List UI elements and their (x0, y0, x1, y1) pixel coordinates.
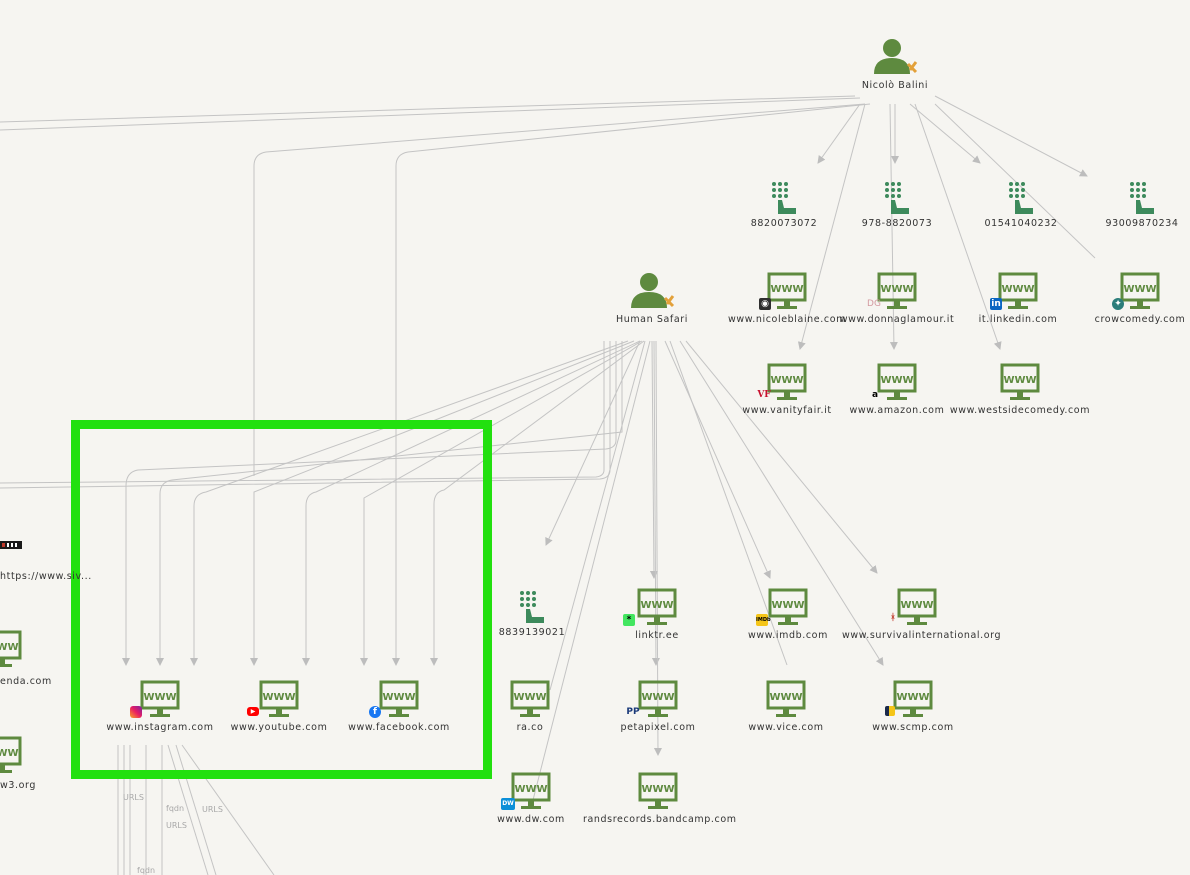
www-monitor-icon: WWW (1000, 363, 1040, 403)
donnaglamour-logo-icon: DG (867, 299, 881, 309)
website-label: www.scmp.com (872, 722, 954, 733)
website-node-partial-w3[interactable]: WWW (0, 736, 22, 776)
phone-label: 93009870234 (1105, 218, 1179, 229)
www-monitor-icon: WWW f (369, 680, 419, 720)
imdb-logo-icon: IMDb (756, 614, 771, 626)
dw-logo-icon: DW (501, 798, 515, 810)
www-monitor-icon: WWW (766, 680, 806, 720)
www-monitor-icon: WWW ✦ (1112, 272, 1160, 312)
www-monitor-icon: WWW (0, 630, 22, 667)
website-label: w3.org (0, 780, 37, 791)
svg-text:WWW: WWW (770, 284, 803, 295)
youtube-icon: ▶ (247, 707, 259, 716)
scmp-icon (885, 706, 895, 716)
website-label: www.westsidecomedy.com (949, 405, 1091, 416)
svg-text:WWW: WWW (0, 642, 19, 653)
website-node-linktree[interactable]: WWW * linktr.ee (582, 588, 732, 641)
figure-icon: ᚼ (890, 613, 896, 623)
svg-text:WWW: WWW (1123, 284, 1156, 295)
website-node-partial-enda[interactable]: WWW (0, 630, 22, 670)
www-monitor-icon: WWW (510, 680, 550, 720)
svg-text:WWW: WWW (0, 748, 19, 759)
svg-text:WWW: WWW (770, 375, 803, 386)
url-node-label[interactable]: https://www.siv... (0, 571, 92, 582)
phone-node[interactable]: 93009870234 (1067, 180, 1190, 229)
linkedin-icon: in (990, 298, 1002, 310)
phone-keypad-icon (1009, 182, 1033, 214)
www-monitor-icon: WWW ᚼ (890, 588, 937, 628)
www-monitor-icon: WWW ▶ (247, 680, 299, 720)
svg-text:WWW: WWW (771, 600, 804, 611)
website-label: www.facebook.com (348, 722, 450, 733)
person-label: Human Safari (615, 314, 689, 325)
website-label: linktr.ee (635, 630, 679, 641)
petapixel-logo-icon: PP (626, 707, 640, 717)
website-label: enda.com (0, 676, 52, 687)
svg-text:WWW: WWW (880, 375, 913, 386)
svg-text:WWW: WWW (640, 600, 673, 611)
svg-text:WWW: WWW (896, 692, 929, 703)
svg-text:WWW: WWW (382, 692, 415, 703)
www-monitor-icon: WWW (638, 772, 678, 812)
www-monitor-icon: WWW DG (867, 272, 917, 312)
svg-text:WWW: WWW (143, 692, 176, 703)
website-label: crowcomedy.com (1094, 314, 1186, 325)
website-node-imdb[interactable]: WWW IMDb www.imdb.com (713, 588, 863, 641)
portrait-icon: ◉ (759, 298, 771, 310)
svg-text:WWW: WWW (262, 692, 295, 703)
svg-text:WWW: WWW (880, 284, 913, 295)
edge-label: URLS (202, 805, 223, 814)
phone-keypad-icon (520, 591, 544, 623)
www-monitor-icon: WWW IMDb (756, 588, 808, 628)
person-node-nicolo-balini[interactable]: Nicolò Balini (820, 36, 970, 91)
edge-label: fqdn (166, 804, 185, 813)
edge-label: URLS (123, 793, 144, 802)
www-monitor-icon: WWW VF (757, 363, 807, 403)
svg-text:WWW: WWW (769, 692, 802, 703)
website-node-crowcomedy[interactable]: WWW ✦ crowcomedy.com (1065, 272, 1190, 325)
person-icon (874, 39, 918, 74)
facebook-icon: f (369, 706, 381, 718)
svg-text:WWW: WWW (513, 692, 546, 703)
phone-keypad-icon (885, 182, 909, 214)
www-monitor-icon: WWW (885, 680, 933, 720)
instagram-icon (130, 706, 142, 718)
www-monitor-icon: WWW PP (626, 680, 678, 720)
person-icon (631, 273, 675, 308)
website-node-scmp[interactable]: WWW www.scmp.com (838, 680, 988, 733)
svg-text:WWW: WWW (1001, 284, 1034, 295)
person-node-human-safari[interactable]: Human Safari (577, 270, 727, 325)
linktree-logo-icon: * (623, 614, 635, 626)
svg-text:WWW: WWW (900, 600, 933, 611)
www-monitor-icon: WWW DW (501, 772, 551, 812)
svg-text:WWW: WWW (514, 784, 547, 795)
website-node-facebook[interactable]: WWW f www.facebook.com (324, 680, 474, 733)
edge-label: URLS (166, 821, 187, 830)
edge-label: fqdn (137, 866, 156, 875)
website-node-westsidecomedy[interactable]: WWW www.westsidecomedy.com (945, 363, 1095, 416)
person-label: Nicolò Balini (861, 80, 929, 91)
svg-text:WWW: WWW (1003, 375, 1036, 386)
svg-text:WWW: WWW (641, 784, 674, 795)
website-node-survivalinternational[interactable]: WWW ᚼ www.survivalinternational.org (842, 588, 1002, 641)
website-label: randsrecords.bandcamp.com (583, 814, 737, 825)
phone-keypad-icon (1130, 182, 1154, 214)
crow-icon: ✦ (1112, 298, 1124, 310)
phone-keypad-icon (772, 182, 796, 214)
website-node-bandcamp[interactable]: WWW randsrecords.bandcamp.com (583, 772, 737, 825)
www-monitor-icon: WWW in (990, 272, 1038, 312)
website-label: www.survivalinternational.org (842, 630, 1002, 641)
partial-logo-icon[interactable] (0, 537, 24, 551)
svg-text:WWW: WWW (641, 692, 674, 703)
www-monitor-icon: WWW (0, 736, 22, 773)
vanityfair-logo-icon: VF (757, 390, 771, 400)
www-monitor-icon: WWW ◉ (759, 272, 807, 312)
www-monitor-icon: WWW * (623, 588, 677, 628)
www-monitor-icon: WWW a (872, 363, 917, 403)
website-label: www.imdb.com (748, 630, 828, 641)
amazon-logo-icon: a (871, 390, 879, 400)
www-monitor-icon: WWW (130, 680, 180, 720)
